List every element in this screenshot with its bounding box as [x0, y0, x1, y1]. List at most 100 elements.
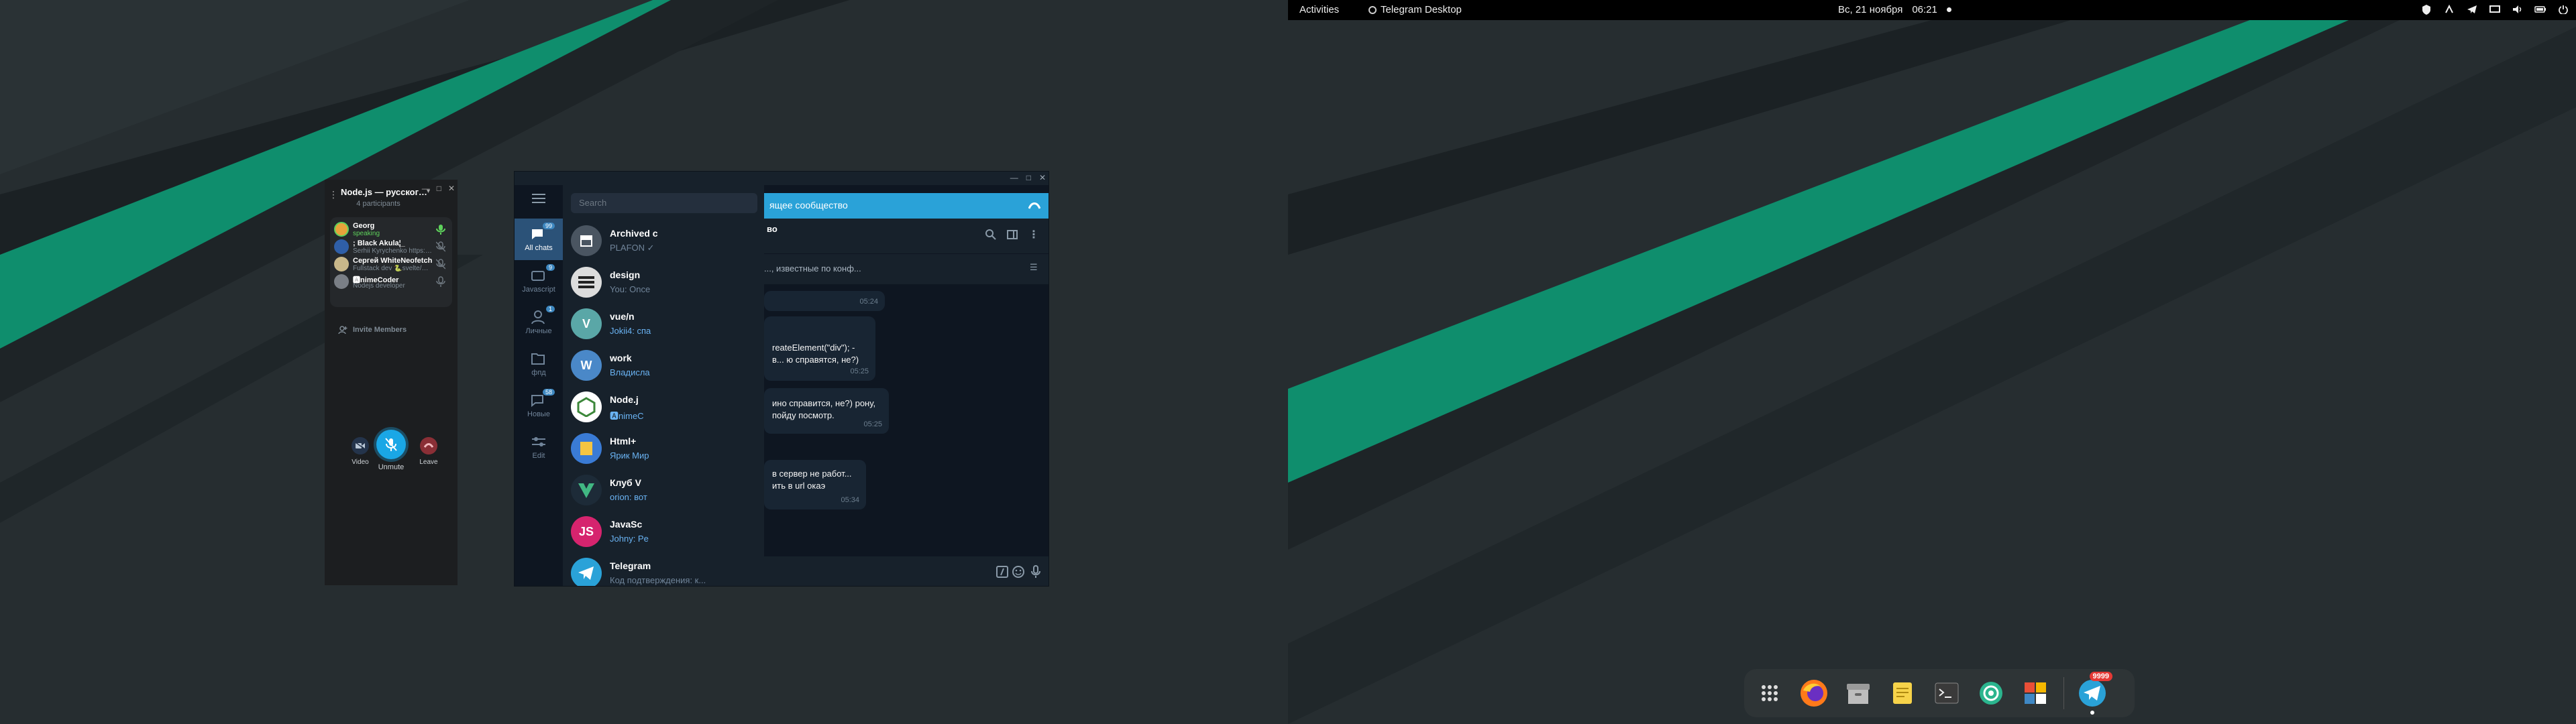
- maximize-icon[interactable]: □: [1026, 173, 1031, 182]
- maximize-icon[interactable]: □: [437, 184, 441, 193]
- chats-icon: 58: [529, 389, 555, 408]
- software-icon[interactable]: [2019, 677, 2051, 709]
- emoji-icon[interactable]: [1012, 566, 1024, 581]
- app-menu[interactable]: Telegram Desktop: [1368, 4, 1462, 15]
- hamburger-menu-button[interactable]: [515, 185, 563, 212]
- search-input[interactable]: Search: [571, 193, 757, 213]
- message-time: 05:34: [841, 496, 859, 504]
- microphone-active-icon: [436, 225, 445, 235]
- message-text: в сервер не работ... ить в url окаэ: [772, 469, 852, 491]
- more-icon[interactable]: ⋮: [1028, 228, 1039, 241]
- chat-row[interactable]: W work Владисла: [563, 345, 764, 386]
- telegram-tray-icon[interactable]: [2466, 3, 2478, 15]
- close-icon[interactable]: ✕: [1039, 173, 1046, 182]
- pinned-list-icon[interactable]: ☰: [1030, 262, 1038, 273]
- pinned-text: ..., известные по конф...: [764, 263, 861, 274]
- leave-label: Leave: [419, 459, 438, 466]
- telegram-icon[interactable]: 9999: [2076, 672, 2112, 715]
- folders-rail: 99 All chats 9 Javascript 1 Личные фпд 5…: [515, 185, 563, 586]
- chat-row[interactable]: design You: Once: [563, 261, 764, 303]
- message-bubble: 05:24: [764, 291, 885, 311]
- power-icon[interactable]: [2557, 3, 2569, 15]
- chat-row[interactable]: Html+ Ярик Мир: [563, 428, 764, 469]
- battery-icon[interactable]: [2534, 3, 2546, 15]
- chat-row-archived[interactable]: Archived c PLAFON ✓: [563, 220, 764, 261]
- folder-fpd[interactable]: фпд: [515, 343, 563, 385]
- terminal-icon[interactable]: [1931, 677, 1963, 709]
- clock-date: Вс, 21 ноября: [1838, 4, 1903, 15]
- folder-new[interactable]: 58 Новые: [515, 385, 563, 426]
- text-editor-icon[interactable]: [1886, 677, 1919, 709]
- unread-badge: 9999: [2089, 672, 2112, 681]
- leave-button[interactable]: Leave: [412, 437, 445, 466]
- more-icon[interactable]: ⋮: [329, 189, 338, 200]
- close-icon[interactable]: ✕: [448, 184, 455, 193]
- hangup-icon: [420, 437, 437, 455]
- minimize-icon[interactable]: —: [1010, 173, 1018, 182]
- folder-icon: [529, 351, 548, 366]
- search-icon[interactable]: [985, 229, 996, 242]
- pinned-message-bar[interactable]: ..., известные по конф... ☰: [764, 253, 1049, 284]
- titlebar: — □ ✕: [515, 172, 1049, 185]
- shield-icon[interactable]: [2420, 3, 2432, 15]
- call-wave-icon: [1028, 202, 1040, 209]
- minimize-icon[interactable]: —: [422, 184, 430, 193]
- chat-name: Html+: [610, 436, 637, 446]
- sidebar-toggle-icon[interactable]: [1007, 229, 1018, 242]
- chat-title: во: [767, 224, 777, 234]
- participant-row[interactable]: Сергей WhiteNeofetch Fullstack dev 🐍svel…: [330, 255, 452, 272]
- invite-members-button[interactable]: Invite Members: [335, 325, 449, 339]
- unmute-button[interactable]: Unmute: [371, 430, 411, 471]
- message-composer[interactable]: [764, 556, 1049, 586]
- camera-icon[interactable]: [1975, 677, 2007, 709]
- chat-row[interactable]: Клуб V orion: вот: [563, 469, 764, 511]
- chat-last-message: PLAFON ✓: [610, 243, 655, 253]
- participant-name: Georg: [353, 222, 375, 230]
- chat-row[interactable]: JS JavaSc Johny: Pe: [563, 511, 764, 552]
- vue-avatar-icon: [571, 475, 602, 505]
- folder-javascript[interactable]: 9 Javascript: [515, 260, 563, 302]
- volume-icon[interactable]: [2512, 3, 2524, 15]
- clock[interactable]: Вс, 21 ноября 06:21: [1838, 4, 1951, 15]
- participant-status: speaking: [353, 230, 380, 237]
- folder-badge: 99: [542, 223, 555, 229]
- tweaks-icon[interactable]: [2443, 3, 2455, 15]
- folder-badge: 1: [545, 306, 555, 312]
- chat-name: design: [610, 269, 641, 280]
- chat-name: Archived c: [610, 228, 658, 239]
- activities-button[interactable]: Activities: [1299, 4, 1339, 15]
- display-icon[interactable]: [2489, 3, 2501, 15]
- chat-row[interactable]: V vue/n Jokii4: спа: [563, 303, 764, 345]
- wallpaper: [1288, 0, 2576, 724]
- folder-all-chats[interactable]: 99 All chats: [515, 219, 563, 260]
- telegram-icon: [1368, 5, 1377, 14]
- avatar: JS: [571, 516, 602, 547]
- apps-grid-icon[interactable]: [1754, 677, 1786, 709]
- bot-commands-icon[interactable]: [996, 566, 1008, 581]
- folder-personal[interactable]: 1 Личные: [515, 302, 563, 343]
- archive-icon[interactable]: [1842, 677, 1874, 709]
- avatar: V: [571, 308, 602, 339]
- folder-label: Новые: [527, 410, 550, 418]
- telegram-avatar-icon: [571, 558, 602, 586]
- participant-name: ; Black Akula¦_: [353, 239, 405, 247]
- message-bubble: reateElement("div"); - в... ю справятся,…: [764, 316, 875, 381]
- firefox-icon[interactable]: [1798, 677, 1830, 709]
- active-call-banner[interactable]: ящее сообщество: [764, 193, 1049, 219]
- chat-last-message: 🅰nimeC: [610, 411, 644, 421]
- avatar: [334, 257, 349, 272]
- participant-row[interactable]: ; Black Akula¦_ Serhii Kyrychenko https:…: [330, 237, 452, 255]
- folder-edit[interactable]: Edit: [515, 426, 563, 468]
- html-avatar-icon: [571, 433, 602, 464]
- chat-row[interactable]: Node.j 🅰nimeC: [563, 386, 764, 428]
- avatar: [334, 274, 349, 289]
- microphone-icon: [436, 276, 445, 287]
- voice-chat-header: ⋮ Node.js — русскоговорящее сооб... ▾ 4 …: [325, 180, 458, 216]
- chat-row[interactable]: Telegram Код подтверждения: к...: [563, 552, 764, 586]
- participant-row[interactable]: 🅰nimeCoder Nodejs developer: [330, 272, 452, 290]
- folder-label: фпд: [531, 369, 546, 377]
- participant-row[interactable]: Georg speaking: [330, 220, 452, 237]
- unmute-label: Unmute: [378, 463, 405, 471]
- microphone-icon[interactable]: [1031, 565, 1040, 582]
- top-bar: Activities Telegram Desktop Вс, 21 ноябр…: [1288, 0, 2576, 20]
